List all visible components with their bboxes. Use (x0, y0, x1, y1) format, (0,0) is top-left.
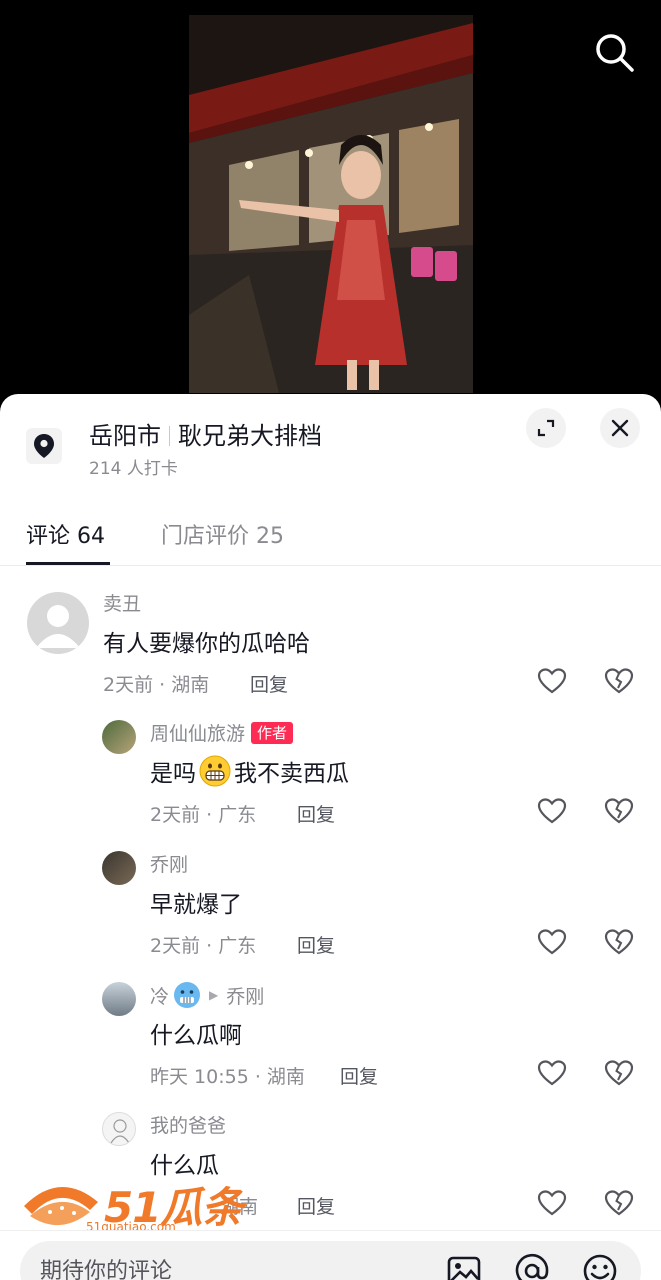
video-thumbnail[interactable] (189, 15, 473, 393)
author-name: 冷 (150, 985, 170, 1008)
heart-icon[interactable] (537, 796, 567, 826)
reply-button[interactable]: 回复 (340, 1062, 378, 1089)
avatar[interactable] (102, 720, 136, 754)
comment-author[interactable]: 乔刚 (150, 850, 188, 877)
broken-heart-icon[interactable] (604, 666, 634, 696)
comment-meta: 2天前 · 湖南 (103, 674, 210, 696)
search-icon (596, 34, 634, 72)
comment-meta: 昨天 10:55 · 湖南 (150, 1066, 305, 1088)
broken-heart-icon[interactable] (604, 927, 634, 957)
tab-comments[interactable]: 评论 64 (26, 518, 105, 550)
broken-heart-icon[interactable] (604, 796, 634, 826)
comment-text-part: 是吗 (150, 761, 196, 787)
grinning-emoji-icon (199, 755, 231, 787)
reply-to-name[interactable]: 乔刚 (226, 982, 264, 1009)
comment-author[interactable]: 周仙仙旅游 作者 (150, 719, 294, 746)
watermark-logo: 51瓜条 51guatiao.com (20, 1174, 243, 1236)
reply-button[interactable]: 回复 (297, 1192, 335, 1219)
comment-text-part: 我不卖西瓜 (234, 761, 349, 787)
location-shop: 耿兄弟大排档 (178, 422, 322, 450)
default-avatar-icon (36, 605, 80, 648)
reply-to-arrow-icon: ▶ (209, 988, 219, 1002)
location-city: 岳阳市 (89, 422, 161, 450)
expand-button[interactable] (526, 408, 566, 448)
title-divider (169, 426, 170, 446)
broken-heart-icon[interactable] (604, 1188, 634, 1218)
close-button[interactable] (600, 408, 640, 448)
reply-button[interactable]: 回复 (297, 800, 335, 827)
author-name: 周仙仙旅游 (150, 723, 246, 745)
location-header[interactable]: 岳阳市 耿兄弟大排档 214 人打卡 (0, 394, 661, 494)
comment-author[interactable]: 我的爸爸 (150, 1111, 226, 1138)
at-icon[interactable] (514, 1253, 550, 1280)
broken-heart-icon[interactable] (604, 1058, 634, 1088)
street-scene-illustration (189, 15, 473, 393)
comment-sheet: 岳阳市 耿兄弟大排档 214 人打卡 评论 64 门店评价 25 卖丑 有人要爆… (0, 394, 661, 1280)
author-badge: 作者 (251, 721, 294, 744)
image-icon[interactable] (446, 1253, 482, 1280)
emoji-icon[interactable] (582, 1253, 618, 1280)
checkin-count: 214 人打卡 (89, 459, 178, 479)
comment-author[interactable]: 卖丑 (103, 589, 141, 616)
comment-input-bar (0, 1230, 661, 1280)
comment-text[interactable]: 什么瓜啊 (150, 1016, 242, 1050)
location-pin-icon (26, 428, 62, 464)
cold-face-emoji-icon (174, 982, 201, 1008)
comment-text[interactable]: 是吗 我不卖西瓜 (150, 754, 349, 788)
reply-button[interactable]: 回复 (297, 931, 335, 958)
search-button[interactable] (590, 28, 638, 76)
comment-text[interactable]: 早就爆了 (150, 885, 242, 919)
comment-meta: 2天前 · 广东 (150, 935, 257, 957)
comment-tabs: 评论 64 门店评价 25 (0, 504, 661, 566)
comment-author[interactable]: 冷 ▶ 乔刚 (150, 981, 264, 1009)
sketch-avatar-icon (110, 1119, 130, 1144)
avatar[interactable] (102, 982, 136, 1016)
avatar[interactable] (102, 1112, 136, 1146)
heart-icon[interactable] (537, 1058, 567, 1088)
comment-meta: 2天前 · 广东 (150, 804, 257, 826)
video-player[interactable] (0, 0, 661, 400)
active-tab-indicator (26, 562, 110, 565)
expand-icon (537, 419, 555, 437)
heart-icon[interactable] (537, 1188, 567, 1218)
tab-shop-reviews[interactable]: 门店评价 25 (161, 518, 284, 550)
avatar[interactable] (102, 851, 136, 885)
comment-text[interactable]: 有人要爆你的瓜哈哈 (103, 624, 310, 658)
location-title[interactable]: 岳阳市 耿兄弟大排档 (89, 416, 322, 451)
heart-icon[interactable] (537, 666, 567, 696)
avatar[interactable] (27, 592, 89, 654)
reply-button[interactable]: 回复 (250, 670, 288, 697)
heart-icon[interactable] (537, 927, 567, 957)
close-icon (611, 419, 629, 437)
